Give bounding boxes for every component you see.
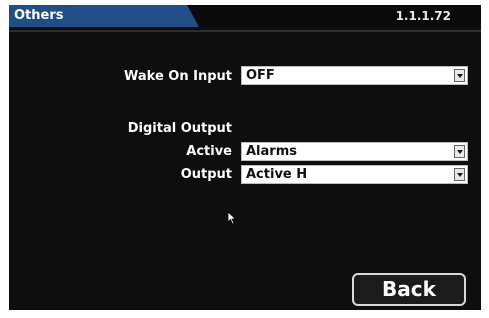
digital-output-label: Digital Output bbox=[127, 121, 232, 136]
version-label: 1.1.1.72 bbox=[395, 9, 451, 23]
output-select[interactable]: Active H bbox=[241, 165, 468, 184]
settings-screen: Others 1.1.1.72 Wake On Input OFF Digita… bbox=[9, 5, 481, 310]
active-value: Alarms bbox=[246, 144, 297, 159]
tab-label: Others bbox=[14, 8, 64, 23]
dropdown-arrow-icon[interactable] bbox=[454, 69, 465, 82]
wake-on-input-value: OFF bbox=[246, 68, 275, 83]
dropdown-arrow-icon[interactable] bbox=[454, 168, 465, 181]
dropdown-arrow-icon[interactable] bbox=[454, 145, 465, 158]
mouse-pointer-icon bbox=[227, 211, 237, 225]
back-button[interactable]: Back bbox=[352, 273, 466, 306]
tab-others[interactable]: Others bbox=[9, 5, 199, 27]
wake-on-input-select[interactable]: OFF bbox=[241, 66, 468, 85]
active-select[interactable]: Alarms bbox=[241, 142, 468, 161]
output-label: Output bbox=[180, 167, 232, 182]
title-divider bbox=[9, 30, 481, 32]
wake-on-input-label: Wake On Input bbox=[124, 69, 232, 84]
title-bar: Others 1.1.1.72 bbox=[9, 5, 481, 27]
output-value: Active H bbox=[246, 167, 308, 182]
active-label: Active bbox=[186, 144, 232, 159]
